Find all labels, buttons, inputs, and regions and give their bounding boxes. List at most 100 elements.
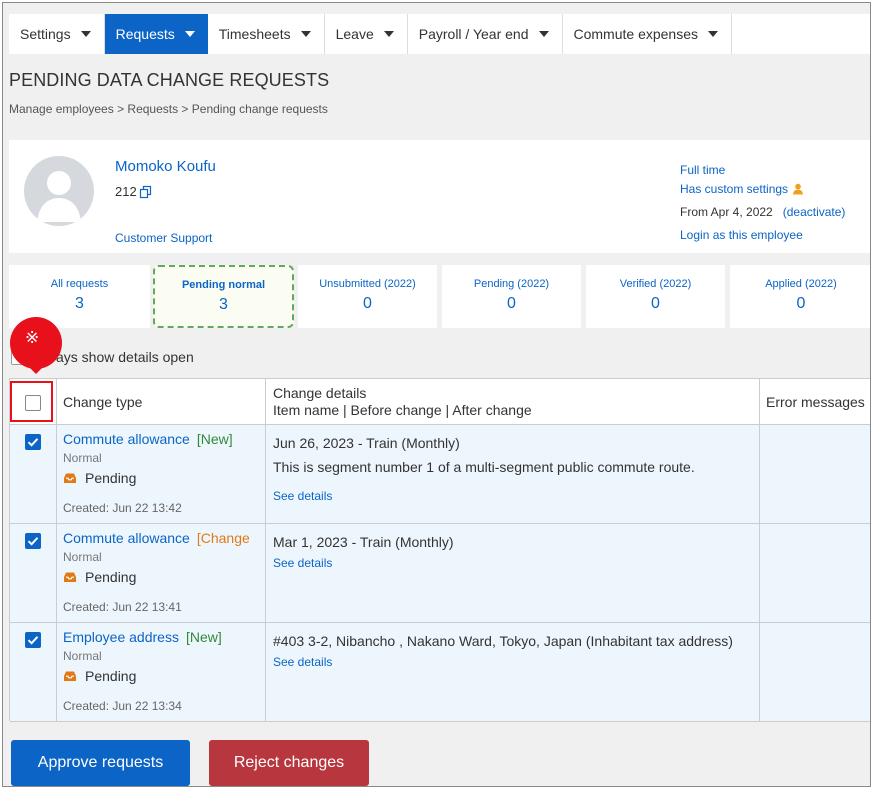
copy-icon[interactable] [139, 185, 153, 199]
change-detail: Mar 1, 2023 - Train (Monthly) [273, 534, 454, 550]
tab-count: 0 [796, 295, 806, 312]
nav-settings[interactable]: Settings [9, 14, 105, 54]
created-timestamp: Created: Jun 22 13:34 [63, 699, 182, 713]
caret-down-icon [80, 31, 91, 37]
inbox-icon [64, 572, 76, 582]
check-icon [27, 636, 39, 645]
change-type-link[interactable]: Commute allowance [63, 431, 190, 447]
tab-pending-2022[interactable]: Pending (2022) 0 [442, 265, 581, 328]
see-details-link[interactable]: See details [273, 655, 332, 669]
nav-requests[interactable]: Requests [104, 14, 208, 54]
status: Pending [63, 470, 136, 486]
header-change-type[interactable]: Change type [63, 394, 142, 410]
tab-count: 0 [651, 295, 660, 312]
header-change-details-sub: Item name | Before change | After change [273, 402, 532, 418]
employee-name[interactable]: Momoko Koufu [115, 158, 216, 175]
column-divider [265, 379, 266, 722]
nav-label: Payroll / Year end [418, 26, 529, 42]
column-divider [759, 379, 760, 722]
change-detail: Jun 26, 2023 - Train (Monthly) [273, 435, 460, 451]
status: Pending [63, 569, 136, 585]
tab-count: 3 [219, 296, 228, 313]
request-kind: Normal [63, 451, 102, 465]
caret-down-icon [383, 31, 394, 37]
nav-label: Timesheets [218, 26, 291, 42]
person-silhouette-icon [37, 171, 81, 222]
header-error-messages: Error messages [766, 394, 865, 410]
header-change-details: Change details [273, 385, 367, 401]
annotation-highlight-box [10, 381, 53, 422]
change-tag: [Change [196, 530, 250, 546]
nav-leave[interactable]: Leave [325, 14, 408, 54]
top-nav: Settings Requests Timesheets Leave Payro… [9, 14, 870, 54]
change-tag: [New] [196, 431, 233, 447]
change-detail: #403 3-2, Nibancho , Nakano Ward, Tokyo,… [273, 633, 733, 649]
row-checkbox[interactable] [25, 632, 41, 648]
nav-payroll[interactable]: Payroll / Year end [408, 14, 563, 54]
requests-table: Change type Change details Item name | B… [9, 378, 870, 722]
custom-settings-link[interactable]: Has custom settings [680, 179, 788, 199]
tab-applied-2022[interactable]: Applied (2022) 0 [730, 265, 870, 328]
tab-unsubmitted[interactable]: Unsubmitted (2022) 0 [298, 265, 437, 328]
employee-meta: Full time Has custom settings From Apr 4… [680, 160, 845, 245]
nav-label: Requests [115, 26, 175, 42]
reject-changes-button[interactable]: Reject changes [209, 740, 369, 786]
see-details-link[interactable]: See details [273, 489, 332, 503]
row-checkbox[interactable] [25, 533, 41, 549]
tab-verified-2022[interactable]: Verified (2022) 0 [586, 265, 725, 328]
nav-label: Commute expenses [573, 26, 699, 42]
employee-id-value: 212 [115, 184, 137, 199]
deactivate-link[interactable]: (deactivate) [783, 202, 846, 222]
status-label: Pending [85, 668, 137, 684]
login-as-employee-link[interactable]: Login as this employee [680, 225, 803, 245]
tab-label: Pending (2022) [473, 278, 550, 290]
created-timestamp: Created: Jun 22 13:42 [63, 501, 182, 515]
nav-label: Settings [20, 26, 71, 42]
tab-label: Unsubmitted (2022) [319, 278, 416, 290]
inbox-icon [64, 473, 76, 483]
approve-requests-button[interactable]: Approve requests [11, 740, 190, 786]
status-label: Pending [85, 470, 137, 486]
caret-down-icon [300, 31, 311, 37]
tab-count: 0 [507, 295, 516, 312]
person-icon [793, 183, 804, 194]
change-type-cell: Commute allowance [Change [63, 530, 257, 546]
tab-count: 3 [75, 295, 84, 312]
check-icon [27, 537, 39, 546]
tab-count: 0 [363, 295, 372, 312]
tab-label: Pending normal [181, 279, 266, 291]
table-row: Commute allowance [New] Normal Pending Cr… [10, 425, 870, 524]
breadcrumb: Manage employees > Requests > Pending ch… [9, 102, 328, 116]
inbox-icon [64, 671, 76, 681]
tab-label: Verified (2022) [619, 278, 692, 290]
column-divider [56, 379, 57, 722]
nav-label: Leave [335, 26, 374, 42]
see-details-link[interactable]: See details [273, 556, 332, 570]
change-type-link[interactable]: Employee address [63, 629, 179, 645]
caret-down-icon [708, 31, 719, 37]
row-checkbox[interactable] [25, 434, 41, 450]
status-label: Pending [85, 569, 137, 585]
from-date: From Apr 4, 2022 [680, 204, 773, 219]
employment-type-link[interactable]: Full time [680, 160, 725, 180]
table-row: Employee address [New] Normal Pending Cre… [10, 623, 870, 722]
employee-id: 212 [115, 184, 153, 199]
request-kind: Normal [63, 550, 102, 564]
annotation-marker-icon [10, 317, 62, 374]
caret-down-icon [538, 31, 549, 37]
table-row: Commute allowance [Change Normal Pending … [10, 524, 870, 623]
annotation-symbol: ※ [25, 328, 40, 347]
request-kind: Normal [63, 649, 102, 663]
tab-pending-normal[interactable]: Pending normal 3 [153, 265, 294, 328]
tab-label: Applied (2022) [765, 278, 837, 290]
employee-department[interactable]: Customer Support [115, 231, 212, 245]
app-frame: Settings Requests Timesheets Leave Payro… [2, 2, 871, 787]
nav-timesheets[interactable]: Timesheets [208, 14, 325, 54]
change-type-link[interactable]: Commute allowance [63, 530, 190, 546]
table-header: Change type Change details Item name | B… [10, 379, 870, 425]
avatar [24, 156, 94, 226]
nav-commute-expenses[interactable]: Commute expenses [563, 14, 733, 54]
change-detail-note: This is segment number 1 of a multi-segm… [273, 459, 695, 475]
employee-card: Momoko Koufu 212 Customer Support Full t… [9, 140, 870, 253]
always-show-label: ays show details open [56, 349, 194, 365]
